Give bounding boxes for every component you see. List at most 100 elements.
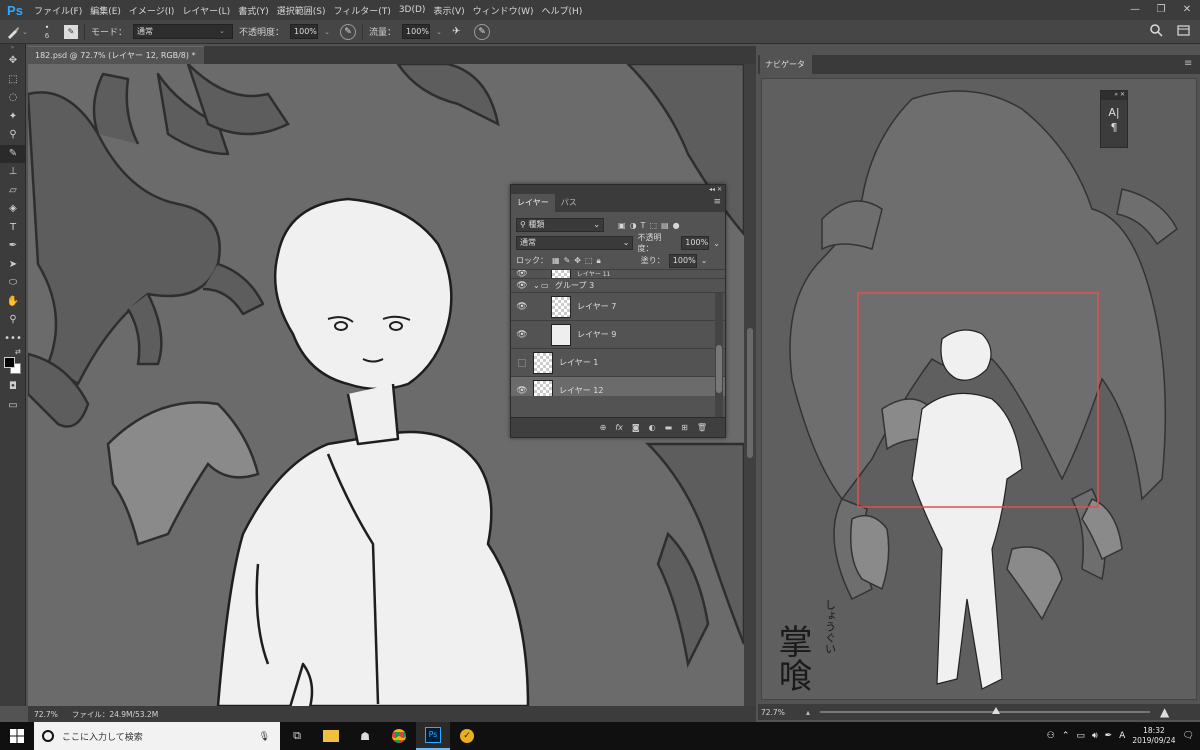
visibility-toggle[interactable] bbox=[511, 358, 533, 367]
fill-field[interactable]: 100% bbox=[668, 253, 697, 268]
network-icon[interactable]: ▭ bbox=[1076, 731, 1085, 741]
menu-view[interactable]: 表示(V) bbox=[429, 4, 468, 17]
color-swatches[interactable]: ⇄ bbox=[0, 348, 25, 378]
lock-transparent-icon[interactable]: ▦ bbox=[552, 256, 560, 265]
lock-position-icon[interactable]: ✥ bbox=[574, 256, 581, 265]
notifications-icon[interactable]: 🗨︎ bbox=[1183, 731, 1194, 741]
lock-pixels-icon[interactable]: ✎ bbox=[564, 256, 571, 265]
paragraph-icon[interactable]: ¶ bbox=[1101, 121, 1127, 134]
character-icon[interactable]: A| bbox=[1101, 106, 1127, 119]
menu-filter[interactable]: フィルター(T) bbox=[329, 4, 394, 17]
layer-row[interactable]: 👁︎ レイヤー 11 bbox=[511, 270, 725, 279]
screen-mode-icon[interactable]: ▭ bbox=[0, 397, 26, 416]
pixel-filter-icon[interactable]: ▣ bbox=[618, 221, 626, 230]
smart-filter-icon[interactable]: ▤ bbox=[661, 221, 669, 230]
people-icon[interactable]: ⚇ bbox=[1047, 731, 1055, 741]
menu-file[interactable]: ファイル(F) bbox=[30, 4, 86, 17]
minimize-button[interactable]: — bbox=[1122, 0, 1148, 20]
zoom-tool-icon[interactable]: ⚲ bbox=[0, 311, 26, 330]
lock-artboard-icon[interactable]: ⬚ bbox=[585, 256, 593, 265]
marquee-tool-icon[interactable]: ⬚ bbox=[0, 71, 26, 90]
file-explorer-icon[interactable] bbox=[314, 722, 348, 750]
menu-layer[interactable]: レイヤー(L) bbox=[178, 4, 234, 17]
link-icon[interactable]: ⊕ bbox=[600, 423, 607, 432]
quick-select-tool-icon[interactable]: ✦ bbox=[0, 108, 26, 127]
airbrush-icon[interactable]: ✈ bbox=[452, 26, 468, 37]
lock-all-icon[interactable]: 🔒︎ bbox=[597, 256, 601, 266]
workspace-icon[interactable] bbox=[1177, 24, 1190, 40]
menu-image[interactable]: イメージ(I) bbox=[125, 4, 179, 17]
layer-opacity-field[interactable]: 100% bbox=[681, 236, 710, 250]
task-view-icon[interactable]: ⧉ bbox=[280, 722, 314, 750]
photoshop-icon[interactable]: Ps bbox=[416, 722, 450, 750]
volume-icon[interactable]: 🔊︎ bbox=[1092, 731, 1098, 741]
layer-row[interactable]: レイヤー 1 bbox=[511, 348, 725, 376]
path-select-tool-icon[interactable]: ➤ bbox=[0, 256, 26, 275]
quick-mask-icon[interactable]: ◘ bbox=[0, 378, 26, 397]
pen-tool-icon[interactable]: ✒ bbox=[0, 237, 26, 256]
visibility-eye-icon[interactable]: 👁︎ bbox=[511, 302, 533, 312]
trash-icon[interactable]: 🗑︎ bbox=[697, 423, 707, 432]
paint-bucket-tool-icon[interactable]: ◈ bbox=[0, 200, 26, 219]
brush-tool-preset-icon[interactable]: ⌄ bbox=[6, 25, 30, 39]
shape-tool-icon[interactable]: ⬭ bbox=[0, 274, 26, 293]
visibility-eye-icon[interactable]: 👁︎ bbox=[511, 330, 533, 340]
layers-scrollbar-thumb[interactable] bbox=[716, 345, 722, 393]
zoom-slider-thumb[interactable] bbox=[992, 707, 1001, 714]
panel-menu-icon[interactable]: ≡ bbox=[1184, 58, 1196, 69]
tray-chevron-icon[interactable]: ⌃ bbox=[1062, 731, 1070, 741]
swap-colors-icon[interactable]: ⇄ bbox=[15, 348, 21, 356]
more-tools-icon[interactable]: ••• bbox=[0, 330, 26, 349]
panel-collapse-icon[interactable]: » ✕ bbox=[1101, 91, 1127, 100]
taskbar-search[interactable]: ここに入力して検索 🎙︎ bbox=[34, 722, 280, 750]
pressure-opacity-icon[interactable]: ✎ bbox=[340, 23, 357, 40]
foreground-color[interactable] bbox=[4, 357, 15, 368]
visibility-eye-icon[interactable]: 👁︎ bbox=[511, 281, 533, 291]
clock[interactable]: 18:32 2019/09/24 bbox=[1132, 726, 1175, 746]
layer-row[interactable]: 👁︎ レイヤー 7 bbox=[511, 292, 725, 320]
stamp-tool-icon[interactable]: ⊥ bbox=[0, 163, 26, 182]
zoom-level[interactable]: 72.7% bbox=[34, 710, 58, 719]
layer-row-selected[interactable]: 👁︎ レイヤー 12 bbox=[511, 376, 725, 396]
brush-tool-icon[interactable]: ✎ bbox=[0, 144, 26, 163]
hand-tool-icon[interactable]: ✋ bbox=[0, 293, 26, 312]
chevron-down-icon[interactable]: ⌄ bbox=[701, 256, 708, 265]
app-checkmark-icon[interactable]: ✓ bbox=[450, 722, 484, 750]
tab-navigator[interactable]: ナビゲーター bbox=[760, 55, 812, 88]
shape-filter-icon[interactable]: ⬚ bbox=[649, 221, 657, 230]
mode-select[interactable]: 通常 ⌄ bbox=[133, 24, 234, 39]
lasso-tool-icon[interactable]: ◌ bbox=[0, 89, 26, 108]
tab-layers[interactable]: レイヤー bbox=[511, 194, 555, 212]
app-unknown-icon[interactable]: ☗ bbox=[348, 722, 382, 750]
filter-toggle-icon[interactable]: ● bbox=[673, 221, 680, 230]
chevron-down-icon[interactable]: ⌄ bbox=[533, 281, 541, 290]
navigator-preview[interactable]: 掌喰 しょうぐい bbox=[761, 78, 1197, 700]
toolbar-grip[interactable]: » bbox=[0, 44, 25, 52]
tab-paths[interactable]: パス bbox=[555, 194, 583, 212]
zoom-in-icon[interactable]: ▲ bbox=[1160, 705, 1169, 719]
scrollbar-thumb[interactable] bbox=[747, 328, 753, 458]
eraser-tool-icon[interactable]: ▱ bbox=[0, 182, 26, 201]
type-filter-icon[interactable]: T bbox=[641, 221, 646, 230]
navigator-zoom[interactable]: 72.7% bbox=[758, 708, 806, 717]
panel-collapse-icon[interactable]: ◂◂ ✕ bbox=[511, 185, 725, 194]
menu-edit[interactable]: 編集(E) bbox=[86, 4, 125, 17]
menu-select[interactable]: 選択範囲(S) bbox=[273, 4, 330, 17]
chevron-down-icon[interactable]: ⌄ bbox=[436, 28, 446, 36]
search-icon[interactable] bbox=[1150, 24, 1163, 40]
microphone-icon[interactable]: 🎙︎ bbox=[259, 731, 280, 742]
chevron-down-icon[interactable]: ⌄ bbox=[713, 239, 720, 248]
pen-icon[interactable]: ✒ bbox=[1105, 731, 1113, 741]
move-tool-icon[interactable]: ✥ bbox=[0, 52, 26, 71]
menu-type[interactable]: 書式(Y) bbox=[234, 4, 273, 17]
menu-help[interactable]: ヘルプ(H) bbox=[538, 4, 587, 17]
adjustment-filter-icon[interactable]: ◑ bbox=[630, 221, 637, 230]
adjustment-icon[interactable]: ◐ bbox=[649, 423, 656, 432]
start-button[interactable] bbox=[0, 722, 34, 750]
opacity-field[interactable]: 100% bbox=[290, 24, 319, 39]
pressure-size-icon[interactable]: ✎ bbox=[474, 23, 491, 40]
mask-icon[interactable]: ◙ bbox=[632, 423, 640, 432]
layer-row[interactable]: 👁︎ レイヤー 9 bbox=[511, 320, 725, 348]
close-button[interactable]: ✕ bbox=[1174, 0, 1200, 20]
folder-icon[interactable]: ▬ bbox=[665, 423, 673, 432]
